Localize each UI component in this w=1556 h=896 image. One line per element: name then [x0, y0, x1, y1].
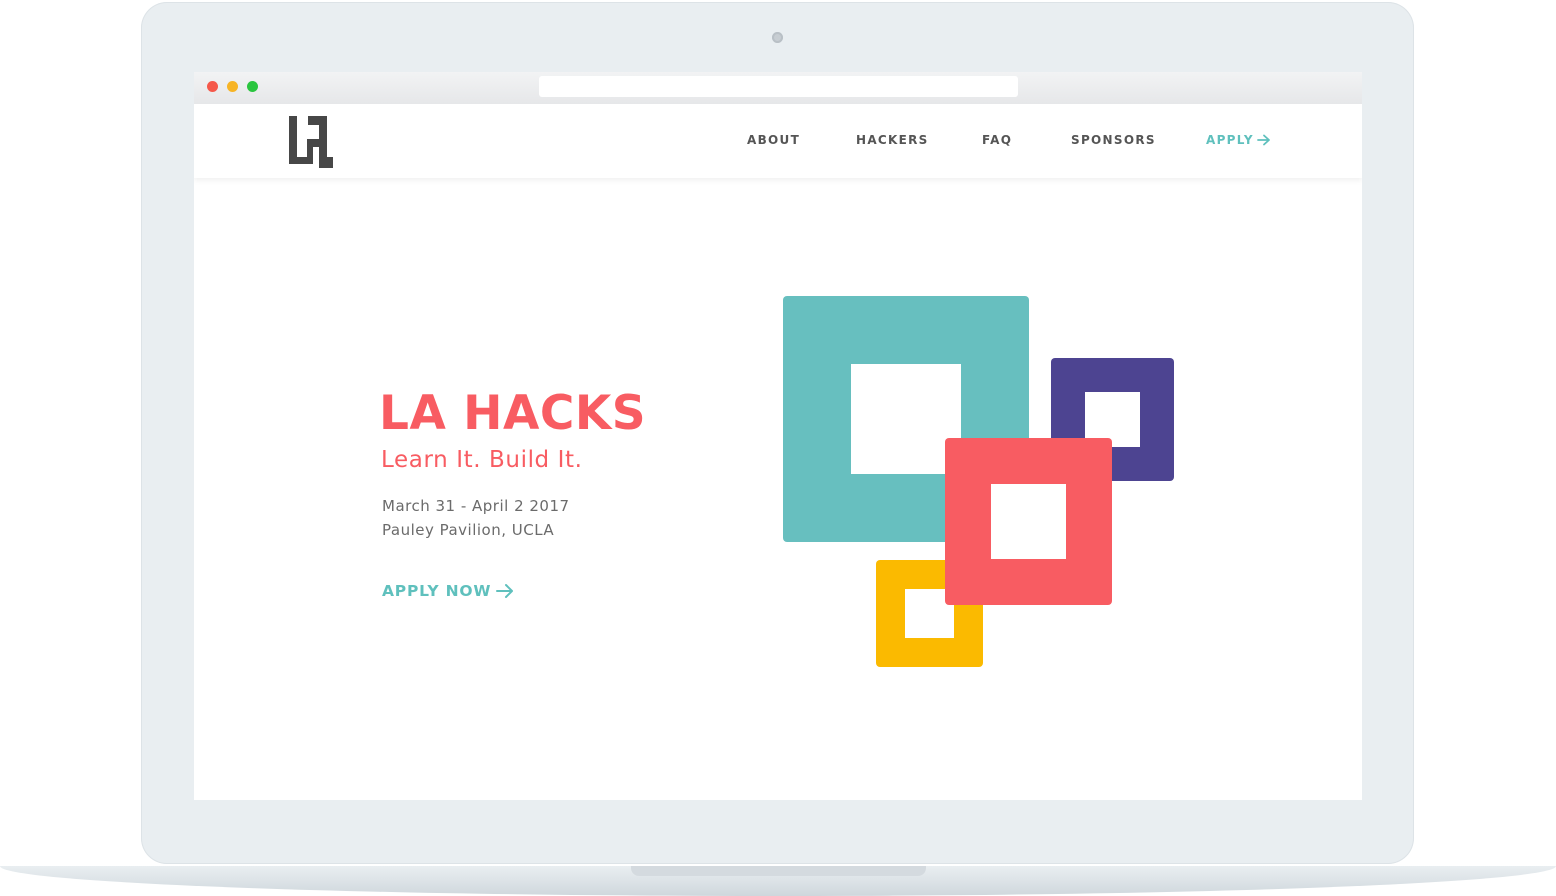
nav-apply-label: APPLY	[1206, 133, 1254, 147]
arrow-right-icon	[1256, 134, 1270, 146]
nav-apply-link[interactable]: APPLY	[1206, 133, 1271, 147]
hero-tagline: Learn It. Build It.	[381, 447, 583, 473]
arrow-right-icon	[496, 584, 514, 598]
coral-square-hole	[991, 484, 1066, 559]
nav-faq[interactable]: FAQ	[982, 133, 1012, 147]
nav-about[interactable]: ABOUT	[747, 133, 800, 147]
teal-square-hole	[851, 364, 961, 474]
address-bar[interactable]	[539, 76, 1018, 97]
apply-now-label: APPLY NOW	[382, 582, 492, 600]
site-navbar: ABOUT HACKERS FAQ SPONSORS APPLY	[194, 104, 1362, 178]
apply-now-button[interactable]: APPLY NOW	[382, 579, 514, 603]
hero-title: LA HACKS	[379, 386, 647, 441]
hero-squares-graphic	[783, 296, 1174, 667]
webcam-icon	[772, 32, 783, 43]
la-hacks-logo[interactable]	[289, 112, 335, 169]
nav-hackers[interactable]: HACKERS	[856, 133, 929, 147]
laptop-hinge-notch	[631, 866, 926, 876]
browser-viewport: ABOUT HACKERS FAQ SPONSORS APPLY LA HACK…	[194, 104, 1362, 800]
maximize-window-button[interactable]	[247, 81, 258, 92]
nav-sponsors[interactable]: SPONSORS	[1071, 133, 1156, 147]
event-date: March 31 - April 2 2017	[382, 497, 570, 515]
close-window-button[interactable]	[207, 81, 218, 92]
event-location: Pauley Pavilion, UCLA	[382, 521, 555, 539]
minimize-window-button[interactable]	[227, 81, 238, 92]
